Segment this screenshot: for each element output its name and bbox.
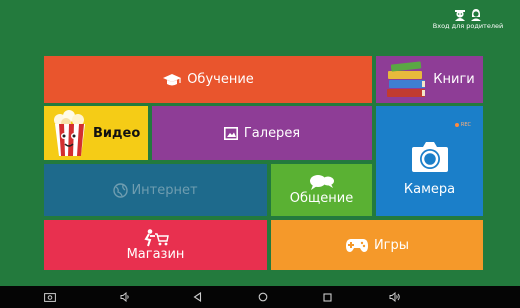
books-stack-icon bbox=[384, 60, 430, 100]
tile-books[interactable]: Книги bbox=[376, 56, 483, 103]
volume-down-icon[interactable] bbox=[114, 286, 136, 308]
screenshot-icon[interactable] bbox=[39, 286, 61, 308]
tile-games[interactable]: Игры bbox=[271, 220, 483, 270]
tile-camera[interactable]: REC Камера bbox=[376, 106, 483, 216]
tile-internet-label: Интернет bbox=[131, 182, 198, 198]
parent-login-button[interactable]: Вход для родителей bbox=[420, 6, 516, 30]
volume-up-icon[interactable] bbox=[384, 286, 406, 308]
tile-learning[interactable]: Обучение bbox=[44, 56, 372, 103]
tile-shop-label: Магазин bbox=[126, 246, 185, 262]
camera-icon bbox=[410, 140, 450, 174]
tile-camera-label: Камера bbox=[403, 181, 456, 197]
rec-dot-icon bbox=[454, 123, 459, 127]
parent-male-icon bbox=[454, 6, 466, 21]
tile-books-label: Книги bbox=[433, 72, 475, 87]
gamepad-icon bbox=[345, 237, 369, 253]
popcorn-icon bbox=[50, 108, 90, 158]
tile-gallery-label: Галерея bbox=[243, 125, 301, 141]
rec-label: REC bbox=[460, 122, 471, 128]
chat-bubbles-icon bbox=[309, 174, 335, 191]
graduation-cap-icon bbox=[162, 73, 182, 87]
tile-shop[interactable]: Магазин bbox=[44, 220, 267, 270]
tile-learning-label: Обучение bbox=[187, 72, 254, 87]
tile-video[interactable]: Видео bbox=[44, 106, 148, 160]
home-icon[interactable] bbox=[252, 286, 274, 308]
image-icon bbox=[223, 126, 238, 140]
tile-games-label: Игры bbox=[373, 237, 410, 253]
parent-login-label: Вход для родителей bbox=[432, 22, 504, 30]
back-icon[interactable] bbox=[186, 286, 208, 308]
tile-internet[interactable]: Интернет bbox=[44, 164, 267, 216]
tile-video-label: Видео bbox=[93, 125, 141, 141]
home-screen: Вход для родителей Обучение Книги Видео … bbox=[0, 0, 520, 286]
tile-chat[interactable]: Общение bbox=[271, 164, 372, 216]
tile-gallery[interactable]: Галерея bbox=[152, 106, 372, 160]
recents-icon[interactable] bbox=[316, 286, 338, 308]
tile-chat-label: Общение bbox=[289, 191, 354, 206]
system-navigation-bar bbox=[0, 286, 520, 308]
rec-indicator: REC bbox=[454, 122, 471, 128]
shopping-person-icon bbox=[142, 228, 170, 247]
globe-icon bbox=[113, 182, 129, 198]
parent-female-icon bbox=[470, 6, 482, 21]
